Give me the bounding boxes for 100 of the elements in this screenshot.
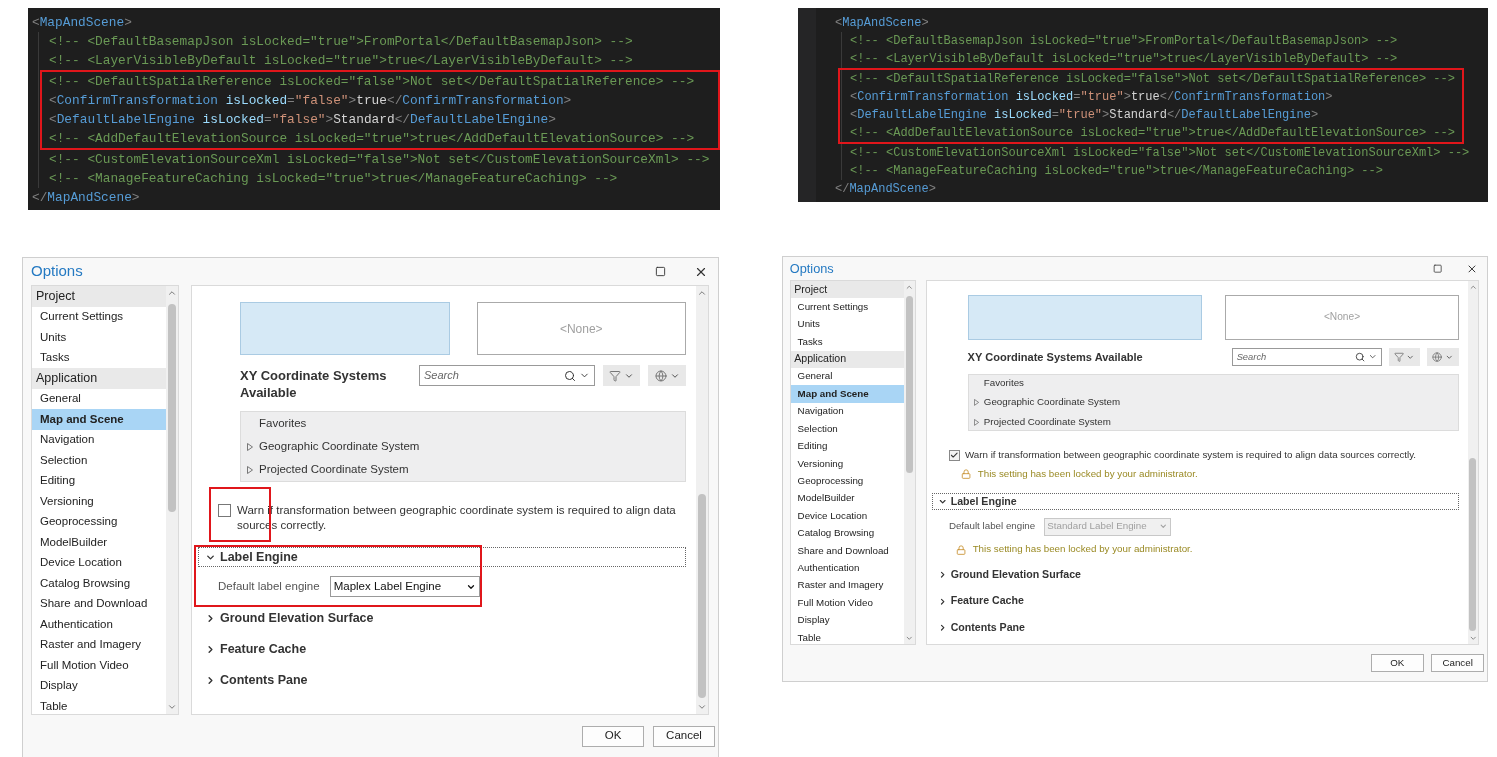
scrollbar[interactable]: [166, 286, 178, 714]
sidebar-item[interactable]: Share and Download: [32, 593, 166, 614]
sidebar-item[interactable]: Editing: [32, 470, 166, 491]
tree-item[interactable]: Favorites: [259, 414, 307, 433]
sidebar-item[interactable]: ModelBuilder: [32, 532, 166, 553]
scroll-down-icon[interactable]: [1468, 634, 1477, 643]
scroll-down-icon[interactable]: [167, 702, 177, 712]
sidebar-item[interactable]: Current Settings: [790, 298, 905, 316]
scroll-thumb[interactable]: [698, 494, 706, 698]
sidebar-item[interactable]: Geoprocessing: [32, 511, 166, 532]
sidebar-item[interactable]: General: [790, 368, 905, 386]
sidebar-item[interactable]: Editing: [790, 437, 905, 456]
collapsed-chevron-icon[interactable]: [205, 612, 216, 624]
dialog-button[interactable]: OK: [1370, 654, 1424, 673]
sidebar-item[interactable]: Display: [32, 675, 166, 696]
sidebar-item[interactable]: Versioning: [32, 491, 166, 512]
scroll-up-icon[interactable]: [167, 288, 177, 298]
section-header[interactable]: Ground Elevation Surface: [931, 566, 1460, 584]
sidebar-item[interactable]: Tasks: [32, 347, 166, 368]
dialog-button[interactable]: Cancel: [653, 725, 715, 747]
scroll-thumb[interactable]: [1469, 457, 1477, 631]
search-input[interactable]: Search: [424, 367, 561, 384]
expand-triangle-icon[interactable]: [247, 465, 253, 474]
tree-item[interactable]: Geographic Coordinate System: [259, 437, 420, 456]
scrollbar[interactable]: [904, 280, 915, 645]
globe-icon[interactable]: [654, 369, 667, 382]
sidebar-item[interactable]: Map and Scene: [32, 409, 166, 430]
none-label: <None>: [1323, 310, 1361, 325]
maximize-icon[interactable]: [1432, 263, 1443, 274]
sidebar-item[interactable]: Versioning: [790, 455, 905, 473]
sidebar-item[interactable]: Current Settings: [32, 306, 166, 327]
sidebar-item[interactable]: General: [32, 388, 166, 409]
filter-button[interactable]: [1388, 348, 1421, 366]
collapsed-chevron-icon[interactable]: [205, 674, 216, 686]
none-label: <None>: [559, 320, 603, 338]
tree-item[interactable]: Favorites: [983, 375, 1024, 391]
sidebar-item[interactable]: Catalog Browsing: [32, 573, 166, 594]
add-coordinate-button[interactable]: [648, 365, 686, 386]
sidebar-item[interactable]: ModelBuilder: [790, 490, 905, 508]
sidebar-item[interactable]: Table: [790, 629, 905, 645]
sidebar-item[interactable]: Full Motion Video: [790, 594, 905, 612]
sidebar-item[interactable]: Units: [790, 315, 905, 334]
field-label: Default label engine: [218, 578, 320, 594]
sidebar-item[interactable]: Units: [32, 327, 166, 348]
globe-icon[interactable]: [1432, 351, 1443, 363]
dialog-button[interactable]: Cancel: [1431, 654, 1484, 673]
collapsed-chevron-icon[interactable]: [205, 643, 216, 655]
sidebar-item[interactable]: Full Motion Video: [32, 655, 166, 676]
sidebar-item[interactable]: Navigation: [32, 429, 166, 450]
expand-triangle-icon[interactable]: [973, 399, 979, 406]
sidebar-item[interactable]: Selection: [790, 420, 905, 438]
sidebar-item[interactable]: Device Location: [32, 552, 166, 573]
section-header[interactable]: Ground Elevation Surface: [198, 608, 686, 628]
scrollbar[interactable]: [1467, 280, 1478, 645]
sidebar-item[interactable]: Map and Scene: [790, 385, 905, 403]
sidebar-item[interactable]: Authentication: [32, 614, 166, 635]
sidebar-item[interactable]: Table: [32, 696, 166, 714]
section-header[interactable]: Label Engine: [931, 493, 1460, 511]
filter-button[interactable]: [603, 365, 640, 386]
scroll-down-icon[interactable]: [697, 702, 707, 712]
sidebar-item[interactable]: Share and Download: [790, 542, 905, 560]
scroll-thumb[interactable]: [906, 296, 913, 473]
scroll-up-icon[interactable]: [697, 288, 707, 298]
section-header[interactable]: Label Engine: [198, 547, 686, 567]
filter-icon[interactable]: [609, 369, 621, 382]
section-header[interactable]: Feature Cache: [198, 639, 686, 659]
tree-item[interactable]: Geographic Coordinate System: [983, 395, 1121, 410]
sidebar-item[interactable]: Geoprocessing: [790, 472, 905, 490]
dropdown[interactable]: Maplex Label Engine: [329, 576, 480, 597]
search-input[interactable]: Search: [1236, 350, 1353, 364]
checkbox[interactable]: [218, 504, 231, 517]
sidebar-item[interactable]: Display: [790, 611, 905, 630]
code-line: <ConfirmTransformation isLocked="false">true</ConfirmTransformation>: [49, 92, 572, 110]
expand-triangle-icon[interactable]: [247, 442, 253, 451]
sidebar-item[interactable]: Raster and Imagery: [32, 634, 166, 655]
search-icon[interactable]: [564, 369, 576, 382]
section-header[interactable]: Contents Pane: [931, 619, 1460, 637]
sidebar-item[interactable]: Catalog Browsing: [790, 524, 905, 543]
search-icon[interactable]: [1355, 351, 1366, 363]
scrollbar[interactable]: [696, 286, 708, 714]
dialog-button[interactable]: OK: [582, 725, 644, 747]
scroll-down-icon[interactable]: [905, 634, 914, 643]
tree-item[interactable]: Projected Coordinate System: [983, 414, 1111, 430]
expand-triangle-icon[interactable]: [973, 418, 979, 426]
sidebar-item[interactable]: Tasks: [790, 333, 905, 351]
add-coordinate-button[interactable]: [1426, 348, 1460, 366]
checkbox[interactable]: [948, 449, 960, 461]
sidebar-item[interactable]: Device Location: [790, 507, 905, 525]
maximize-icon[interactable]: [655, 266, 666, 277]
filter-icon[interactable]: [1393, 351, 1404, 363]
tree-item[interactable]: Projected Coordinate System: [259, 460, 409, 479]
section-header[interactable]: Contents Pane: [198, 670, 686, 690]
sidebar-item[interactable]: Navigation: [790, 402, 905, 421]
sidebar-item[interactable]: Raster and Imagery: [790, 577, 905, 595]
sidebar-item[interactable]: Authentication: [790, 559, 905, 578]
search-field[interactable]: Search: [419, 365, 595, 386]
scroll-thumb[interactable]: [168, 304, 176, 512]
search-field[interactable]: Search: [1232, 348, 1382, 366]
sidebar-item[interactable]: Selection: [32, 450, 166, 471]
section-header[interactable]: Feature Cache: [931, 592, 1460, 610]
